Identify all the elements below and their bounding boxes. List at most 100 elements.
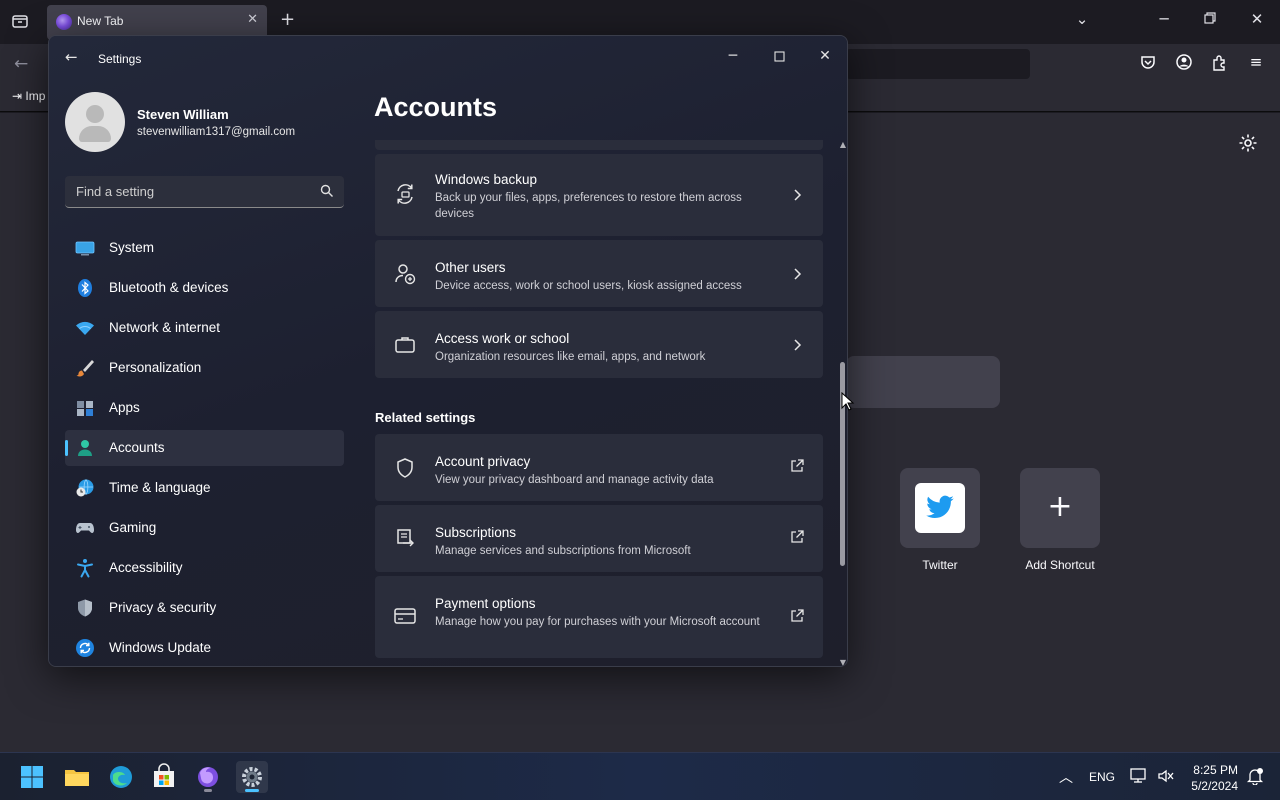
card-title: Access work or school (435, 331, 570, 346)
page-title: Accounts (374, 92, 498, 122)
nav-item-apps[interactable]: Apps (65, 390, 344, 426)
card-partial[interactable] (375, 140, 823, 150)
external-link-icon (791, 459, 804, 472)
card-payment-options[interactable]: Payment options Manage how you pay for p… (375, 576, 823, 658)
back-arrow-icon[interactable]: ← (14, 54, 28, 74)
scroll-down-arrow-icon[interactable]: ▼ (839, 658, 847, 666)
update-icon (76, 639, 94, 657)
nav-item-windows-update[interactable]: Windows Update (65, 630, 344, 666)
taskbar: ︿ ENG 8:25 PM 5/2/2024 (0, 752, 1280, 800)
card-title: Account privacy (435, 454, 531, 469)
store-icon (154, 763, 174, 787)
network-icon[interactable] (1130, 767, 1148, 788)
card-other-users[interactable]: Other users Device access, work or schoo… (375, 240, 823, 307)
volume-muted-icon[interactable] (1157, 767, 1175, 788)
chevron-right-icon (794, 189, 802, 201)
clock-time: 8:25 PM (1193, 763, 1238, 777)
card-description: View your privacy dashboard and manage a… (435, 474, 714, 486)
card-windows-backup[interactable]: Windows backup Back up your files, apps,… (375, 154, 823, 236)
firefox-tab-icon (56, 14, 72, 30)
windows-start-icon (21, 766, 43, 788)
window-title: Settings (98, 52, 142, 66)
new-tab-search-box[interactable] (846, 356, 1000, 408)
settings-app-button[interactable] (236, 761, 268, 793)
card-title: Windows backup (435, 172, 538, 187)
nav-item-gaming[interactable]: Gaming (65, 510, 344, 546)
shortcut-label-twitter: Twitter (922, 558, 958, 572)
nav-item-system[interactable]: System (65, 230, 344, 266)
chevron-down-icon[interactable]: ⌄ (1070, 10, 1094, 28)
external-link-icon (791, 530, 804, 543)
person-icon (78, 440, 92, 456)
edge-button[interactable] (105, 761, 137, 793)
card-subscriptions[interactable]: Subscriptions Manage services and subscr… (375, 505, 823, 572)
firefox-button[interactable] (192, 761, 224, 793)
card-access-work-school[interactable]: Access work or school Organization resou… (375, 311, 823, 378)
new-tab-settings-gear-icon[interactable] (1238, 133, 1258, 158)
language-indicator[interactable]: ENG (1089, 770, 1115, 784)
card-account-privacy[interactable]: Account privacy View your privacy dashbo… (375, 434, 823, 501)
close-button[interactable]: ✕ (803, 41, 847, 71)
globe-clock-icon (76, 479, 94, 497)
nav-item-accounts[interactable]: Accounts (65, 430, 344, 466)
restore-icon[interactable] (1198, 10, 1222, 28)
bookmark-label: Imp (25, 89, 46, 103)
chevron-right-icon (794, 339, 802, 351)
nav-item-time-language[interactable]: Time & language (65, 470, 344, 506)
card-description: Manage services and subscriptions from M… (435, 545, 691, 557)
start-button[interactable] (16, 761, 48, 793)
notification-bell-icon[interactable] (1246, 767, 1264, 788)
avatar[interactable] (65, 92, 125, 152)
file-explorer-button[interactable] (61, 761, 93, 793)
close-tab-icon[interactable]: ✕ (247, 12, 258, 27)
settings-window: ← Settings ─ ✕ Steven William stevenwill… (48, 35, 848, 667)
nav-item-accessibility[interactable]: Accessibility (65, 550, 344, 586)
monitor-icon (75, 241, 95, 256)
shortcut-label-add: Add Shortcut (1025, 558, 1095, 572)
card-title: Other users (435, 260, 506, 275)
bookmark-import[interactable]: ⇥ Imp (12, 89, 45, 103)
address-bar[interactable] (846, 49, 1030, 79)
tab-list-icon[interactable] (10, 12, 30, 32)
shortcut-twitter[interactable] (900, 468, 980, 548)
apps-icon (77, 401, 93, 416)
profile-email: stevenwilliam1317@gmail.com (137, 126, 296, 138)
find-setting-box[interactable] (65, 176, 344, 208)
minimize-icon[interactable]: ─ (1152, 10, 1176, 28)
briefcase-icon (395, 337, 415, 353)
system-clock[interactable]: 8:25 PM 5/2/2024 (1186, 762, 1238, 794)
account-icon[interactable] (1173, 53, 1195, 75)
brush-icon (76, 360, 94, 377)
pocket-icon[interactable] (1137, 53, 1159, 75)
search-input[interactable] (65, 176, 305, 207)
card-title: Subscriptions (435, 525, 517, 540)
external-link-icon (791, 609, 804, 622)
related-settings-heading: Related settings (375, 410, 476, 425)
minimize-button[interactable]: ─ (711, 41, 755, 71)
close-window-icon[interactable]: ✕ (1245, 10, 1269, 28)
twitter-icon (915, 483, 965, 533)
file-explorer-icon (65, 770, 89, 786)
edge-icon (110, 766, 132, 788)
scroll-up-arrow-icon[interactable]: ▲ (839, 140, 847, 150)
store-button[interactable] (148, 761, 180, 793)
shield-icon (78, 599, 92, 617)
extensions-icon[interactable] (1209, 53, 1231, 75)
nav-item-personalization[interactable]: Personalization (65, 350, 344, 386)
card-description: Manage how you pay for purchases with yo… (435, 616, 760, 628)
wifi-icon (76, 321, 94, 335)
maximize-button[interactable] (757, 41, 801, 71)
bluetooth-icon (78, 279, 92, 297)
card-description: Organization resources like email, apps,… (435, 351, 706, 363)
subscriptions-icon (397, 529, 414, 547)
back-arrow-icon[interactable]: ← (65, 48, 78, 66)
menu-icon[interactable]: ≡ (1245, 53, 1267, 75)
nav-item-bluetooth[interactable]: Bluetooth & devices (65, 270, 344, 306)
tray-chevron-up-icon[interactable]: ︿ (1059, 767, 1073, 787)
new-tab-button[interactable]: + (280, 9, 295, 30)
clock-date: 5/2/2024 (1191, 779, 1238, 793)
nav-item-privacy[interactable]: Privacy & security (65, 590, 344, 626)
shield-outline-icon (397, 458, 413, 478)
nav-item-network[interactable]: Network & internet (65, 310, 344, 346)
add-shortcut-button[interactable]: + (1020, 468, 1100, 548)
